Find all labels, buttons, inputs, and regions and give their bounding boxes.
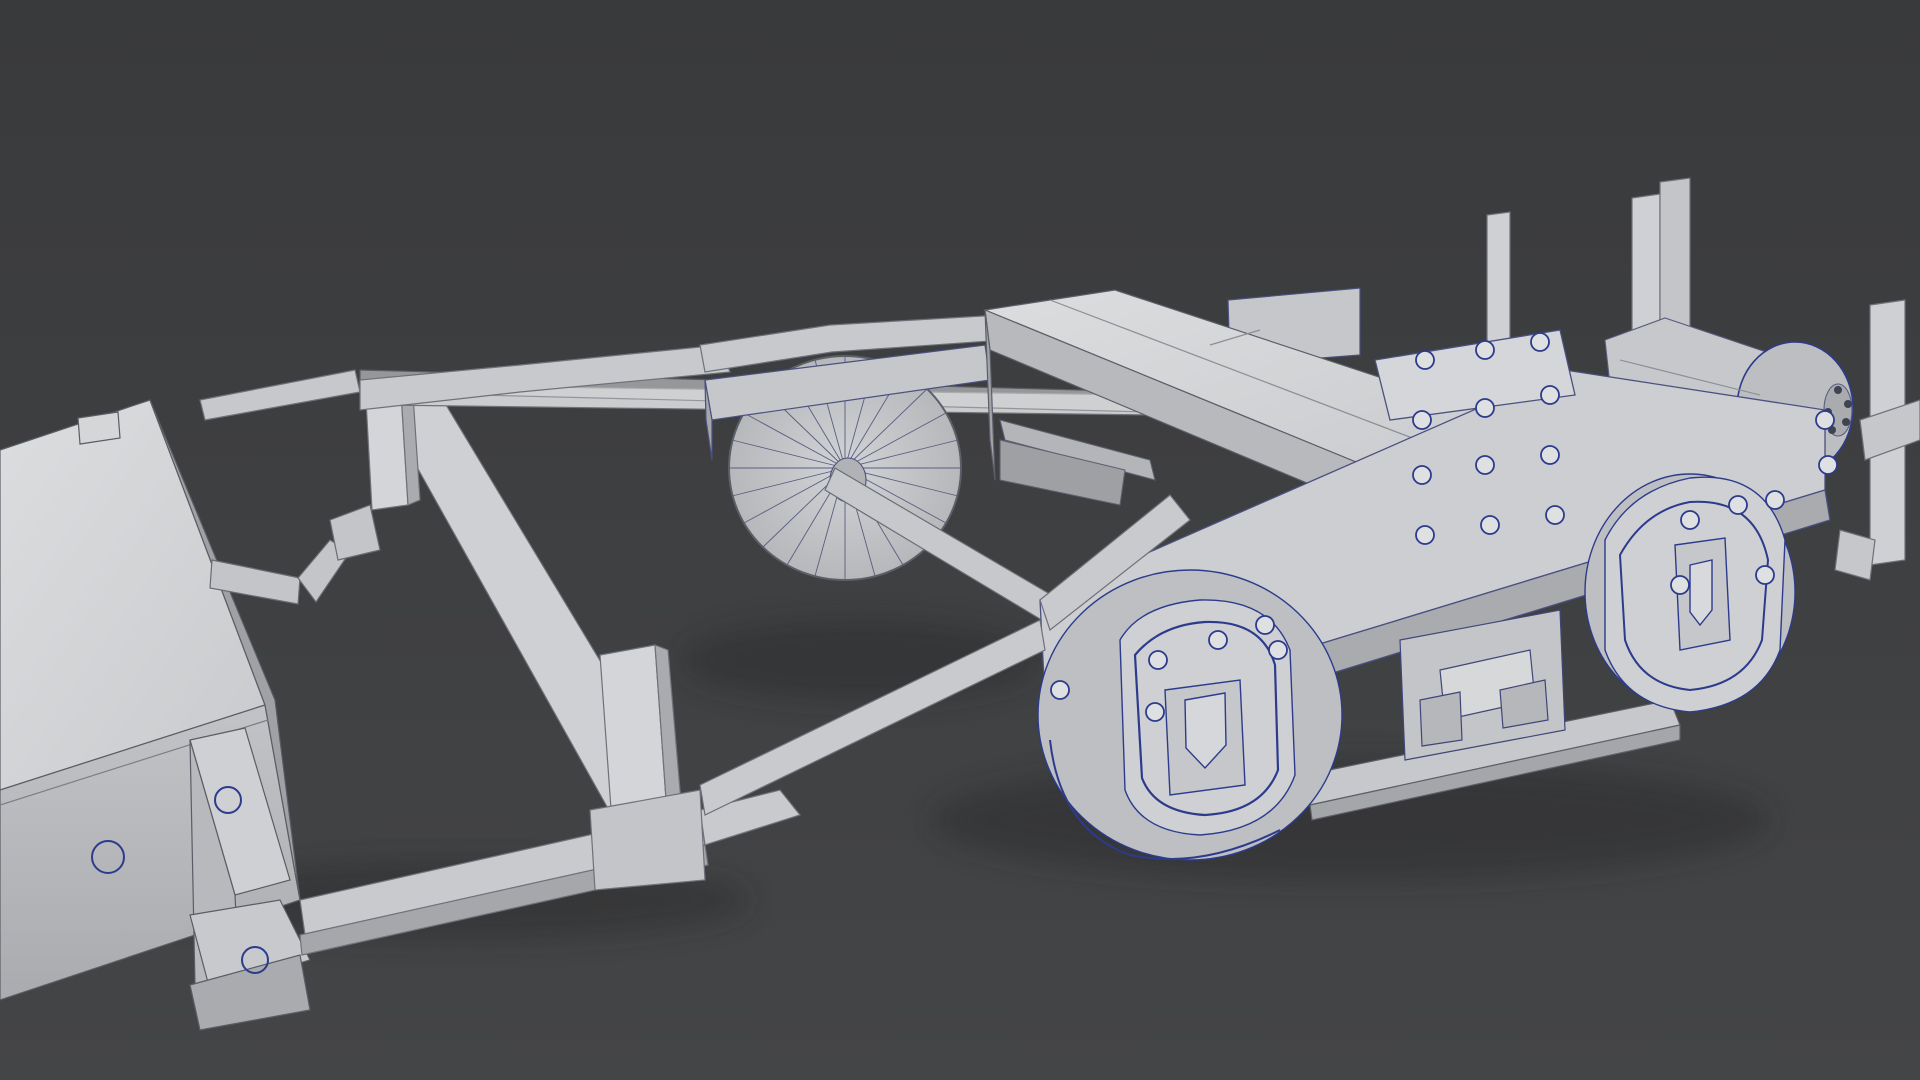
chassis-render <box>0 0 1920 1080</box>
front-right-wheel <box>1584 473 1796 713</box>
front-left-wheel <box>1037 569 1343 861</box>
render-viewport <box>0 0 1920 1080</box>
